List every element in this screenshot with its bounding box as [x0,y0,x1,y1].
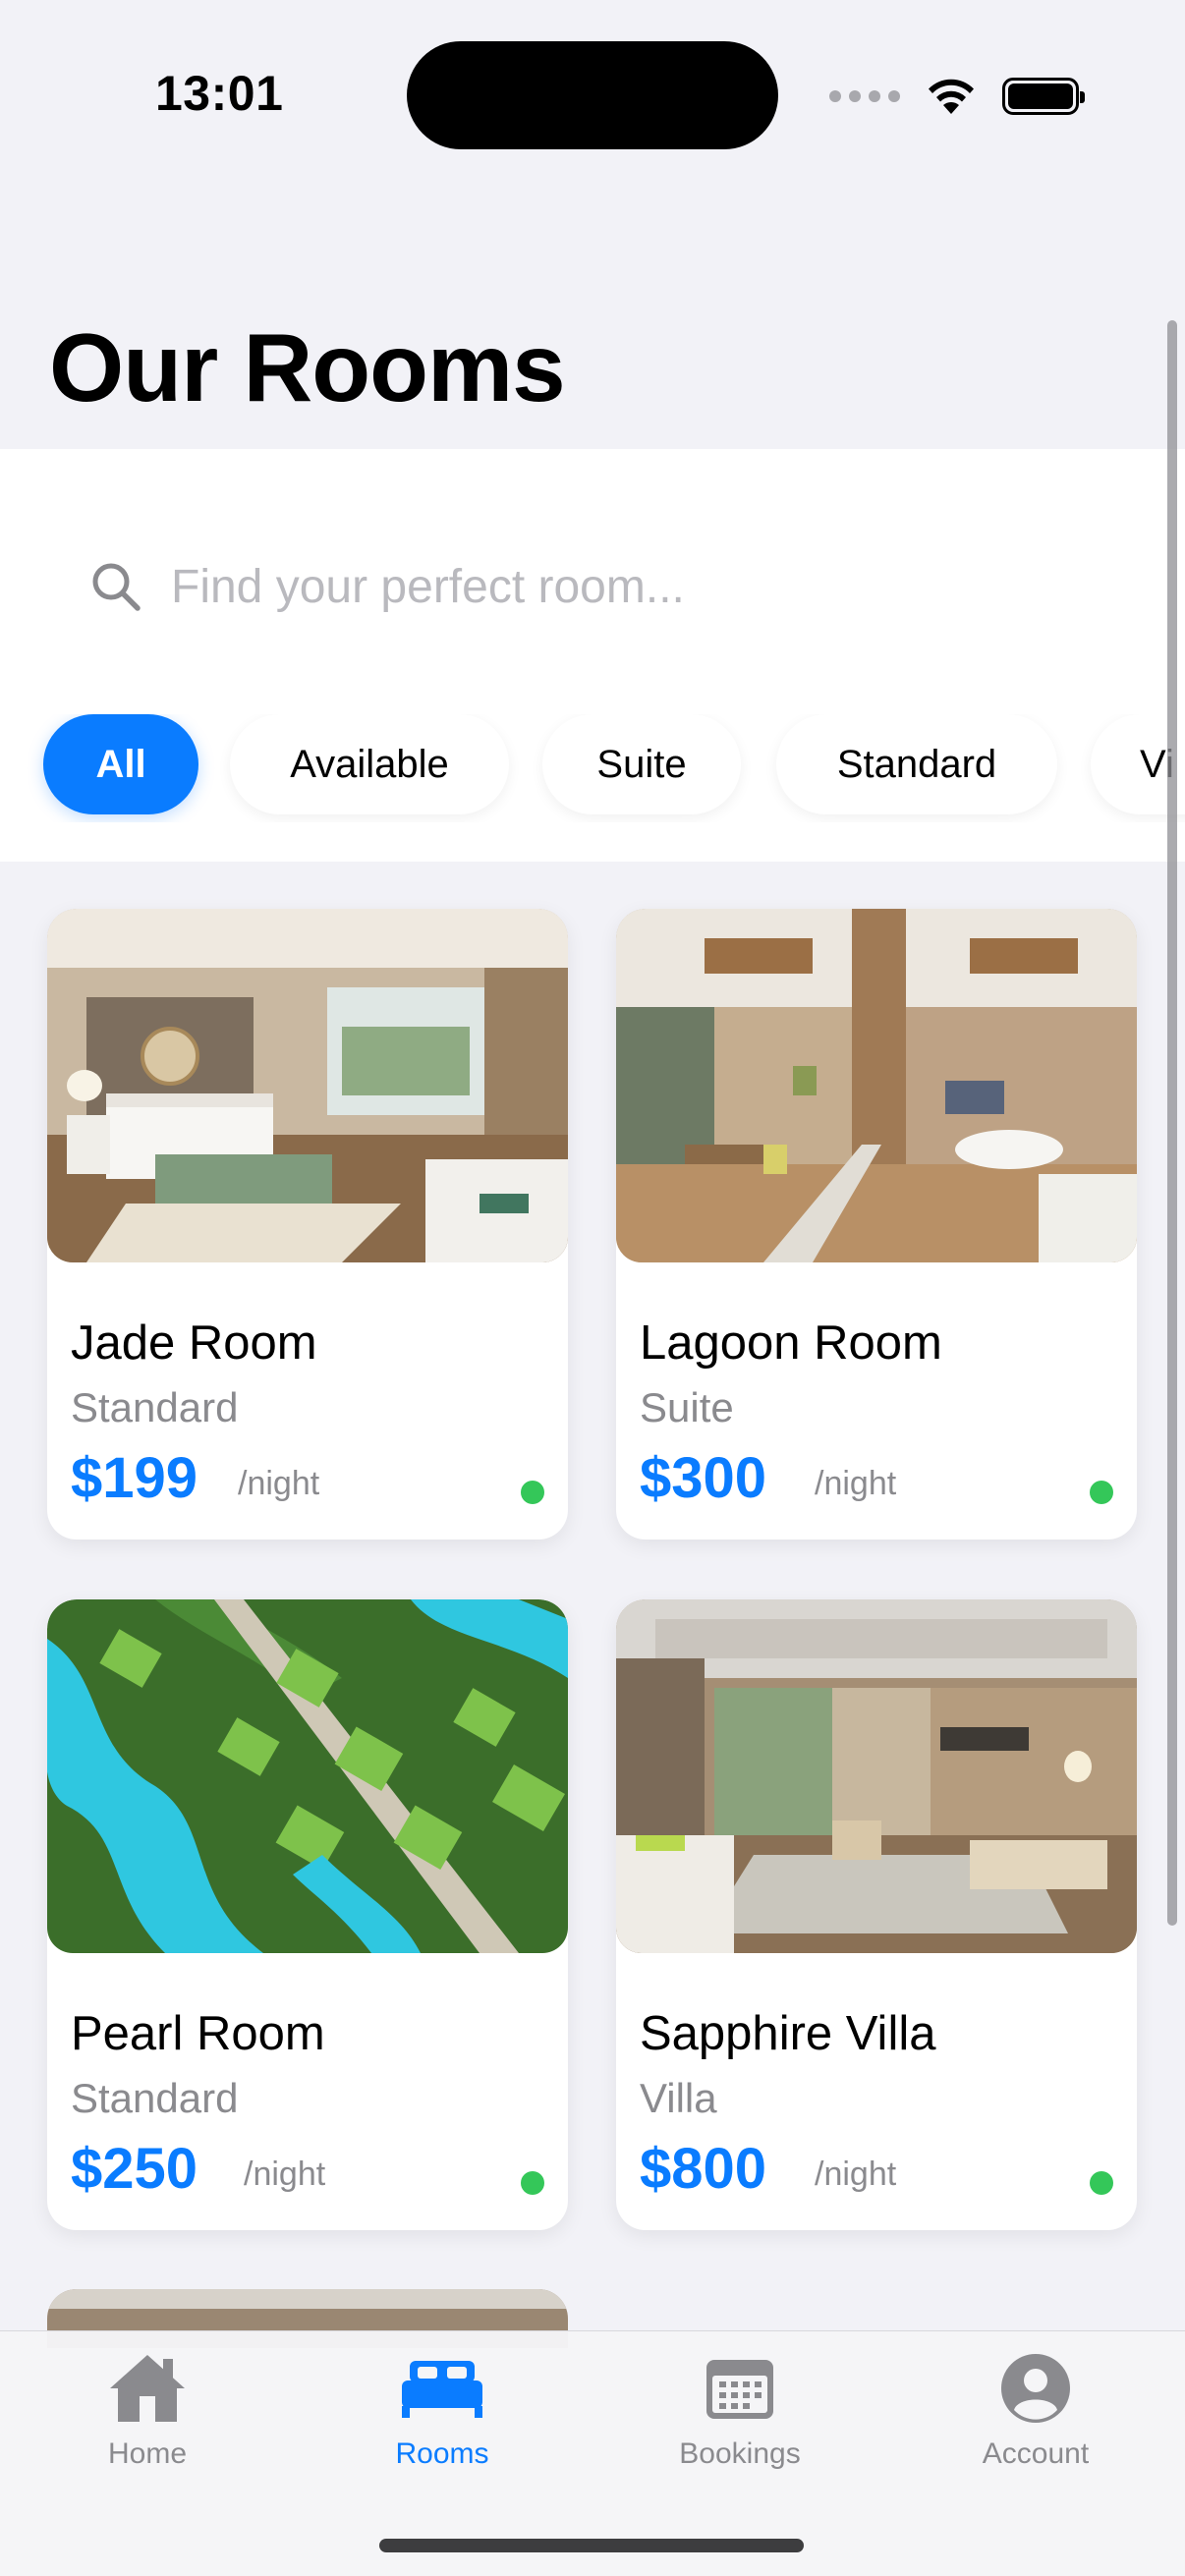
room-type: Villa [640,2075,717,2121]
room-price: $199 [71,1446,198,1510]
calendar-icon [696,2349,784,2428]
room-card-sapphire[interactable]: Sapphire Villa Villa $800 /night [616,1599,1137,2230]
availability-dot [1090,2171,1113,2195]
filter-panel: All Available Suite Standard Vi [0,449,1185,862]
filter-chips: All Available Suite Standard Vi [0,714,1185,822]
tab-label: Bookings [679,2437,801,2470]
room-photo [616,1599,1137,1953]
tab-rooms[interactable]: Rooms [324,2349,560,2496]
availability-dot [521,1481,544,1504]
chip-label: Suite [596,742,687,786]
status-time: 13:01 [155,66,284,121]
room-price: $300 [640,1446,767,1510]
chip-suite[interactable]: Suite [542,714,741,814]
chip-label: All [95,742,146,786]
bed-icon [398,2349,486,2428]
chip-standard[interactable]: Standard [776,714,1057,814]
home-indicator[interactable] [379,2539,804,2552]
room-photo [47,1599,568,1953]
tab-home[interactable]: Home [29,2349,265,2496]
battery-icon [1002,78,1085,115]
signal-dots-icon [829,90,900,102]
chip-label: Available [290,742,449,786]
search-input[interactable] [171,559,1055,614]
search-icon [92,563,141,611]
tab-label: Home [107,2437,188,2470]
availability-dot [1090,1481,1113,1504]
room-name: Lagoon Room [640,1316,942,1370]
room-name: Jade Room [71,1316,317,1370]
price-unit: /night [244,2156,326,2193]
page-title: Our Rooms [49,313,566,421]
room-card-pearl[interactable]: Pearl Room Standard $250 /night [47,1599,568,2230]
room-price: $250 [71,2137,198,2201]
chip-label: Standard [836,742,997,786]
room-type: Standard [71,2075,239,2121]
room-name: Sapphire Villa [640,2007,936,2060]
room-type: Suite [640,1384,734,1430]
room-name: Pearl Room [71,2007,325,2060]
room-price: $800 [640,2137,767,2201]
room-photo [616,909,1137,1262]
availability-dot [521,2171,544,2195]
person-circle-icon [991,2349,1080,2428]
status-icons [829,69,1085,124]
room-type: Standard [71,1384,239,1430]
tab-label: Rooms [395,2437,489,2470]
price-unit: /night [815,1465,897,1502]
room-photo [47,909,568,1262]
price-unit: /night [238,1465,320,1502]
tab-label: Account [982,2437,1090,2470]
tab-account[interactable]: Account [918,2349,1154,2496]
room-card-lagoon[interactable]: Lagoon Room Suite $300 /night [616,909,1137,1540]
scroll-indicator[interactable] [1167,320,1177,1926]
wifi-icon [929,79,974,114]
status-bar: 13:01 [0,0,1185,196]
search-bar[interactable] [88,547,1071,626]
room-card-jade[interactable]: Jade Room Standard $199 /night [47,909,568,1540]
chip-all[interactable]: All [43,714,198,814]
house-icon [103,2349,192,2428]
price-unit: /night [815,2156,897,2193]
rooms-screen: 13:01 Our Rooms All Av [0,0,1185,2576]
dynamic-island [407,41,778,149]
tab-bookings[interactable]: Bookings [622,2349,858,2496]
chip-available[interactable]: Available [230,714,509,814]
